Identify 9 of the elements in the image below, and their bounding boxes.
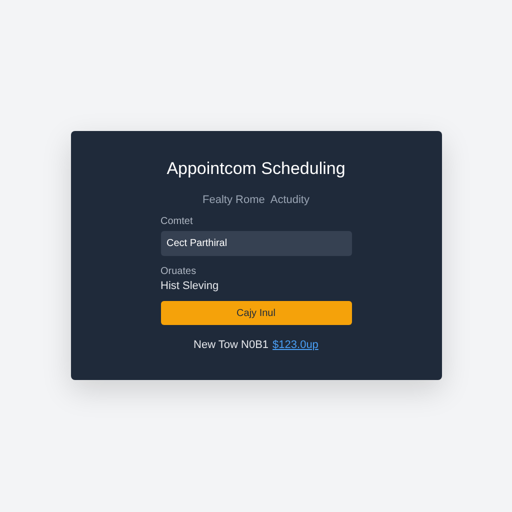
info-value: Hist Sleving: [160, 280, 219, 292]
price-link[interactable]: $123.0up: [272, 339, 318, 351]
card-title: Appointcom Scheduling: [166, 159, 346, 179]
footer-text: New Tow N0B1: [194, 339, 269, 351]
submit-button[interactable]: Cajy Inul: [160, 301, 352, 325]
info-label: Oruates: [160, 266, 196, 277]
field-label: Comtet: [160, 216, 193, 227]
subtitle: Fealty Rome Actudity: [202, 194, 310, 206]
input-field[interactable]: Cect Parthiral: [160, 231, 352, 256]
